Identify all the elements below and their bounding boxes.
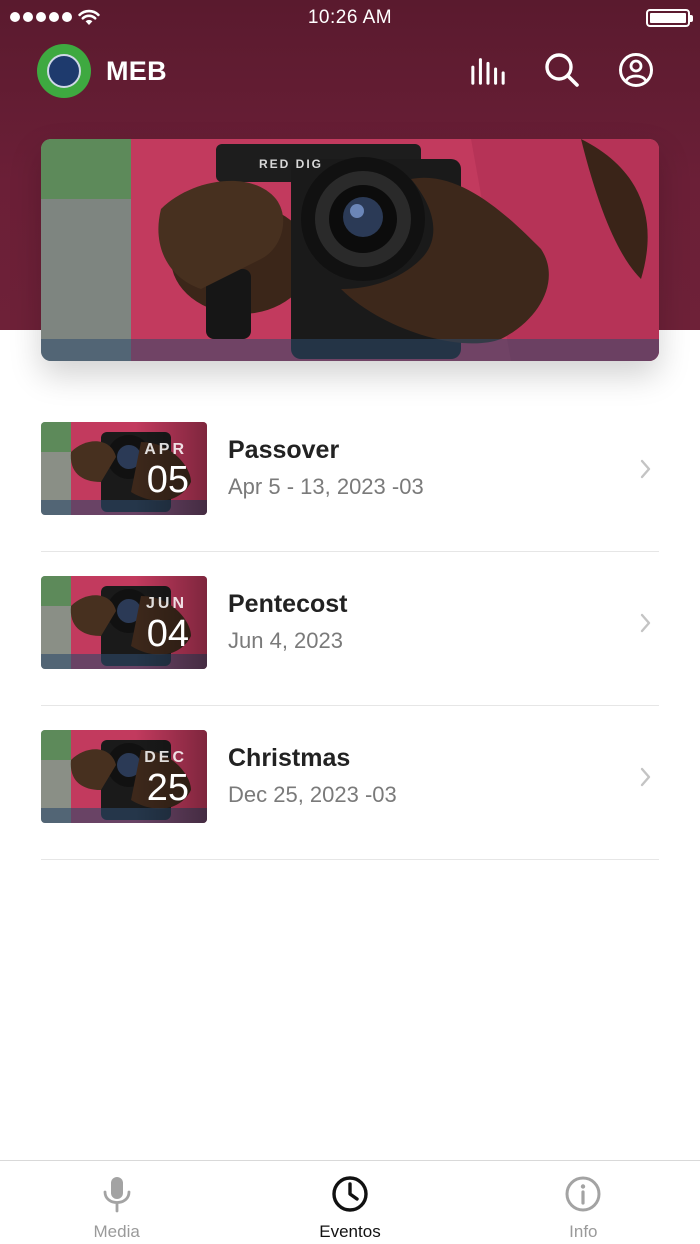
brand[interactable]: MEB bbox=[37, 44, 167, 98]
event-day: 04 bbox=[146, 613, 189, 655]
event-title: Christmas bbox=[228, 744, 351, 772]
search-icon[interactable] bbox=[544, 52, 580, 88]
event-date: Dec 25, 2023 -03 bbox=[228, 782, 397, 807]
user-circle-icon[interactable] bbox=[618, 52, 654, 88]
chevron-right-icon bbox=[640, 767, 651, 787]
event-day: 25 bbox=[146, 767, 189, 809]
event-title: Passover bbox=[228, 436, 340, 464]
event-date: Apr 5 - 13, 2023 -03 bbox=[228, 474, 424, 499]
event-title: Pentecost bbox=[228, 590, 348, 618]
app-logo bbox=[37, 44, 91, 98]
header-actions bbox=[470, 52, 654, 88]
info-icon bbox=[565, 1176, 601, 1212]
tab-eventos[interactable]: Eventos bbox=[233, 1161, 466, 1244]
microphone-icon bbox=[103, 1177, 131, 1213]
app-name: MEB bbox=[106, 55, 167, 86]
event-list: APR 05 Passover Apr 5 - 13, 2023 -03 JUN bbox=[41, 398, 659, 860]
status-bar: 10:26 AM bbox=[0, 0, 700, 36]
event-day: 05 bbox=[146, 459, 189, 501]
svg-text:RED DIG: RED DIG bbox=[259, 157, 323, 171]
event-thumbnail: APR 05 bbox=[41, 422, 207, 515]
event-month: JUN bbox=[145, 595, 187, 612]
tab-media[interactable]: Media bbox=[0, 1161, 233, 1244]
tab-info[interactable]: Info bbox=[467, 1161, 700, 1244]
clock-icon bbox=[332, 1176, 368, 1212]
chevron-right-icon bbox=[640, 459, 651, 479]
event-month: APR bbox=[144, 441, 187, 458]
tab-bar: Media Eventos Info bbox=[0, 1160, 700, 1244]
chevron-right-icon bbox=[640, 613, 651, 633]
event-row-passover[interactable]: APR 05 Passover Apr 5 - 13, 2023 -03 bbox=[41, 398, 659, 552]
event-date: Jun 4, 2023 bbox=[228, 628, 343, 653]
camera-photo: RED DIG bbox=[41, 139, 659, 361]
tab-label: Info bbox=[569, 1222, 598, 1241]
event-row-christmas[interactable]: DEC 25 Christmas Dec 25, 2023 -03 bbox=[41, 706, 659, 860]
battery-icon bbox=[646, 9, 693, 27]
status-time: 10:26 AM bbox=[307, 7, 393, 28]
tab-label: Media bbox=[93, 1222, 140, 1241]
tab-label: Eventos bbox=[319, 1222, 381, 1241]
event-month: DEC bbox=[144, 749, 187, 766]
hero-image[interactable]: RED DIG bbox=[41, 139, 659, 361]
event-thumbnail: DEC 25 bbox=[41, 730, 207, 823]
equalizer-icon[interactable] bbox=[470, 52, 506, 88]
event-thumbnail: JUN 04 bbox=[41, 576, 207, 669]
event-row-pentecost[interactable]: JUN 04 Pentecost Jun 4, 2023 bbox=[41, 552, 659, 706]
